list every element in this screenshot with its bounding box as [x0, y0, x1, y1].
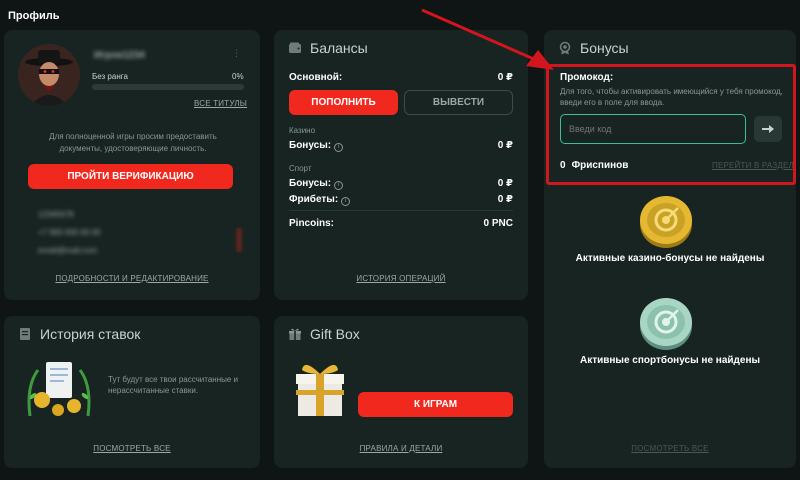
more-icon[interactable]: ⋮ [232, 48, 242, 58]
avatar [18, 44, 80, 106]
rank-label: Без ранга [92, 72, 128, 81]
sport-bonus-coin-icon [640, 298, 692, 350]
freebets-label: Фрибеты: [289, 194, 339, 205]
casino-bonus-row: Бонусы: i 0 ₽ [289, 140, 513, 152]
info-icon[interactable]: i [341, 197, 351, 206]
verify-message: Для полноценной игры просим предоставить… [49, 132, 217, 153]
sport-empty-message: Активные спортбонусы не найдены [579, 355, 761, 366]
divider [289, 210, 513, 211]
main-balance-label: Основной: [289, 72, 343, 83]
sport-bonus-label: Бонусы: [289, 178, 332, 189]
gift-box-title: Gift Box [310, 326, 360, 342]
bet-history-card: История ставок Тут будут все твои рассчи… [4, 316, 260, 468]
edit-icon[interactable] [236, 228, 242, 252]
pincoins-label: Pincoins: [289, 218, 335, 229]
withdraw-button[interactable]: ВЫВЕСТИ [404, 90, 513, 115]
gift-rules-link[interactable]: ПРАВИЛА И ДЕТАЛИ [274, 444, 528, 453]
gift-box-card: Gift Box К ИГРАМ ПРАВИЛА И ДЕТАЛИ [274, 316, 528, 468]
view-all-bonuses-link[interactable]: ПОСМОТРЕТЬ ВСЕ [544, 444, 796, 453]
pincoins-value: 0 PNC [483, 218, 513, 229]
bet-history-message: Тут будут все твои рассчитанные и нерасс… [108, 375, 239, 395]
page-title: Профиль [8, 10, 60, 22]
bet-history-header: История ставок [18, 326, 140, 342]
details-link[interactable]: ПОДРОБНОСТИ И РЕДАКТИРОВАНИЕ [4, 274, 260, 283]
casino-bonus-value: 0 ₽ [497, 140, 513, 151]
balances-title: Балансы [310, 40, 368, 56]
user-id: 12345678 [38, 210, 74, 219]
sport-section-label: Спорт [289, 164, 312, 173]
bonuses-title: Бонусы [580, 40, 629, 56]
gift-box-header: Gift Box [288, 326, 360, 342]
history-link[interactable]: ИСТОРИЯ ОПЕРАЦИЙ [274, 274, 528, 283]
casino-bonus-label: Бонусы: [289, 140, 332, 151]
to-games-button[interactable]: К ИГРАМ [358, 392, 513, 417]
bonuses-header: Бонусы [558, 40, 629, 56]
profile-card: Игрок1234 ⋮ Без ранга 0% ВСЕ ТИТУЛЫ Для … [4, 30, 260, 300]
sport-bonus-row: Бонусы: i 0 ₽ [289, 178, 513, 190]
rank-progress-bar [92, 84, 244, 90]
verify-button[interactable]: ПРОЙТИ ВЕРИФИКАЦИЮ [28, 164, 233, 189]
info-icon[interactable]: i [334, 181, 344, 190]
annotation-arrow [421, 8, 554, 70]
user-phone: +7 900 000 00 00 [38, 228, 101, 237]
info-icon[interactable]: i [334, 143, 344, 152]
casino-bonus-coin-icon [640, 196, 692, 248]
pincoins-row: Pincoins: 0 PNC [289, 218, 513, 229]
wallet-icon [289, 42, 301, 53]
sport-bonus-value: 0 ₽ [497, 178, 513, 189]
bet-history-view-all-link[interactable]: ПОСМОТРЕТЬ ВСЕ [4, 444, 260, 453]
gift-box-illustration [296, 364, 344, 416]
bet-history-title: История ставок [40, 326, 141, 342]
annotation-highlight-box [546, 64, 796, 185]
user-email: email@mail.com [38, 246, 98, 255]
bet-slip-illustration [27, 362, 91, 417]
casino-empty-message: Активные казино-бонусы не найдены [575, 253, 765, 264]
username: Игрок1234 [94, 50, 145, 61]
gift-icon [289, 328, 301, 340]
freebets-value: 0 ₽ [497, 194, 513, 205]
rank-progress-percent: 0% [232, 72, 244, 81]
casino-section-label: Казино [289, 126, 316, 135]
all-titles-link[interactable]: ВСЕ ТИТУЛЫ [194, 99, 247, 108]
deposit-button[interactable]: ПОПОЛНИТЬ [289, 90, 398, 115]
freebets-row: Фрибеты: i 0 ₽ [289, 194, 513, 206]
receipt-icon [20, 328, 30, 340]
balances-header: Балансы [288, 40, 368, 56]
